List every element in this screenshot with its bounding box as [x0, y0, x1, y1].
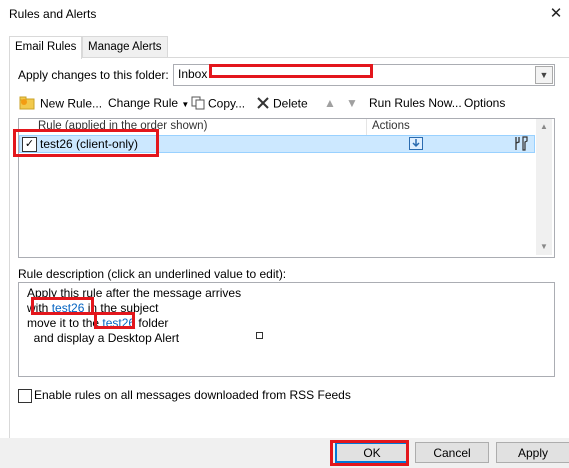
rule-description-label: Rule description (click an underlined va… — [18, 267, 287, 281]
scroll-down-icon[interactable]: ▼ — [536, 239, 552, 255]
apply-button[interactable]: Apply — [496, 442, 569, 463]
column-header-actions[interactable]: Actions — [372, 120, 410, 132]
redaction-subject-link — [31, 297, 94, 315]
delete-button[interactable]: Delete — [256, 96, 308, 113]
rss-rules-checkbox[interactable] — [18, 389, 32, 403]
cancel-button[interactable]: Cancel — [415, 442, 489, 463]
folder-label: Apply changes to this folder: — [18, 68, 169, 82]
tab-email-rules[interactable]: Email Rules — [9, 36, 83, 59]
new-rule-button[interactable]: New Rule... — [19, 96, 102, 113]
redaction-folder — [209, 64, 373, 78]
delete-icon — [256, 96, 270, 113]
copy-label: Copy... — [208, 96, 246, 111]
description-line-4: and display a Desktop Alert — [27, 331, 180, 345]
redaction-folder-link — [94, 312, 135, 329]
rss-rules-label: Enable rules on all messages downloaded … — [34, 388, 351, 402]
options-button[interactable]: Options — [464, 96, 505, 110]
copy-button[interactable]: Copy... — [191, 96, 245, 113]
move-to-folder-action-icon — [409, 137, 423, 153]
scroll-up-icon[interactable]: ▲ — [536, 119, 552, 135]
client-only-tools-icon — [514, 136, 528, 154]
tab-manage-alerts[interactable]: Manage Alerts — [82, 36, 168, 58]
resize-handle-icon — [256, 332, 263, 339]
copy-icon — [191, 96, 205, 113]
move-down-icon[interactable]: ▼ — [346, 96, 358, 110]
move-up-icon[interactable]: ▲ — [324, 96, 336, 110]
description-text: move it to the — [27, 316, 103, 330]
new-rule-icon — [19, 96, 37, 113]
change-rule-label: Change Rule — [108, 96, 179, 110]
redaction-ok-button — [330, 440, 409, 466]
redaction-rule-row — [13, 129, 159, 157]
run-rules-button[interactable]: Run Rules Now... — [369, 96, 462, 110]
column-divider — [366, 119, 367, 135]
description-text: folder — [135, 316, 169, 330]
change-rule-button[interactable]: Change Rule ▼ — [108, 96, 189, 110]
new-rule-label: New Rule... — [40, 96, 103, 111]
delete-label: Delete — [273, 96, 308, 111]
close-icon[interactable]: ✕ — [546, 4, 566, 24]
rules-list-scrollbar[interactable]: ▲ ▼ — [536, 119, 552, 255]
chevron-down-icon[interactable]: ▼ — [535, 66, 553, 84]
window-title: Rules and Alerts — [9, 7, 97, 21]
dropdown-arrow-icon: ▼ — [181, 100, 190, 109]
folder-value: Inbox — [178, 67, 208, 81]
